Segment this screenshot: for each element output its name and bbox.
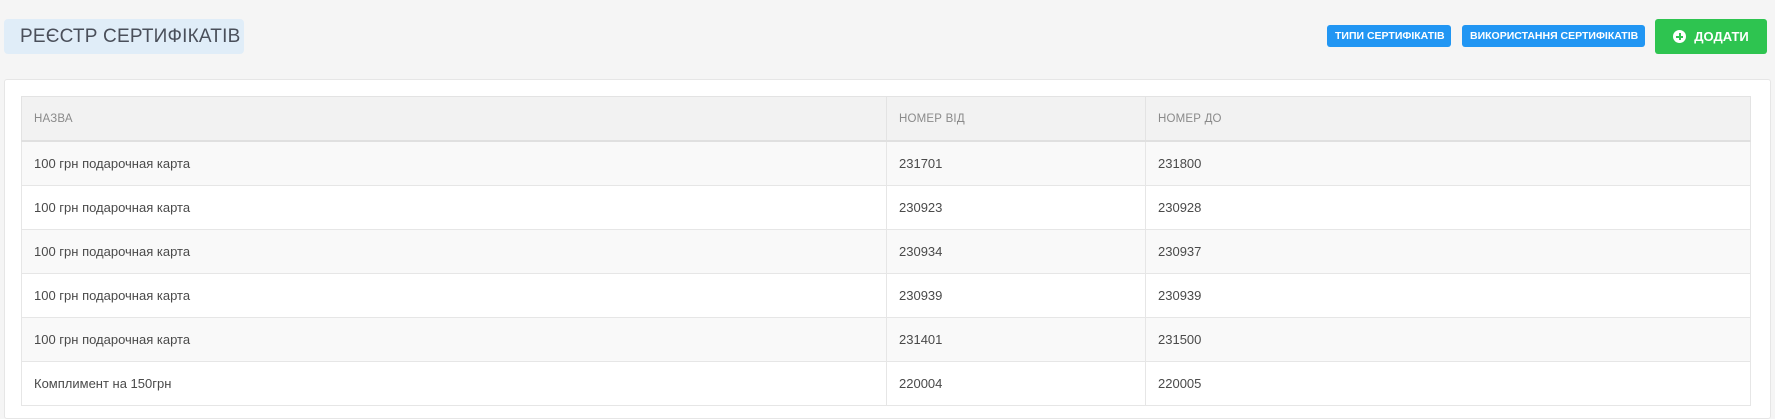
cell-number-to: 230928 xyxy=(1145,185,1751,230)
cell-name: 100 грн подарочная карта xyxy=(21,185,887,230)
table-row[interactable]: 100 грн подарочная карта 231401 231500 xyxy=(21,317,1751,362)
column-header-name[interactable]: НАЗВА xyxy=(21,96,887,142)
page-header: РЕЄСТР СЕРТИФІКАТІВ ТИПИ СЕРТИФІКАТІВ ВИ… xyxy=(0,0,1775,80)
cell-number-to: 220005 xyxy=(1145,361,1751,406)
cell-number-from: 231401 xyxy=(886,317,1146,362)
certificate-types-button[interactable]: ТИПИ СЕРТИФІКАТІВ xyxy=(1327,25,1451,47)
cell-name: 100 грн подарочная карта xyxy=(21,273,887,318)
cell-number-to: 230939 xyxy=(1145,273,1751,318)
cell-number-to: 230937 xyxy=(1145,229,1751,274)
column-header-number-to[interactable]: НОМЕР ДО xyxy=(1145,96,1751,142)
cell-name: 100 грн подарочная карта xyxy=(21,140,887,186)
cell-name: 100 грн подарочная карта xyxy=(21,317,887,362)
table-row[interactable]: 100 грн подарочная карта 230923 230928 xyxy=(21,185,1751,230)
table-row[interactable]: 100 грн подарочная карта 230939 230939 xyxy=(21,273,1751,318)
page-title: РЕЄСТР СЕРТИФІКАТІВ xyxy=(4,19,244,54)
cell-number-from: 231701 xyxy=(886,140,1146,186)
cell-number-from: 220004 xyxy=(886,361,1146,406)
cell-name: Комплимент на 150грн xyxy=(21,361,887,406)
table-row[interactable]: Комплимент на 150грн 220004 220005 xyxy=(21,361,1751,406)
cell-name: 100 грн подарочная карта xyxy=(21,229,887,274)
table-row[interactable]: 100 грн подарочная карта 231701 231800 xyxy=(21,140,1751,186)
cell-number-from: 230939 xyxy=(886,273,1146,318)
add-button-label: ДОДАТИ xyxy=(1694,29,1749,44)
cell-number-from: 230934 xyxy=(886,229,1146,274)
plus-circle-icon xyxy=(1673,30,1687,43)
certificate-usage-button[interactable]: ВИКОРИСТАННЯ СЕРТИФІКАТІВ xyxy=(1462,25,1645,47)
table-header-row: НАЗВА НОМЕР ВІД НОМЕР ДО xyxy=(21,96,1751,142)
table-row[interactable]: 100 грн подарочная карта 230934 230937 xyxy=(21,229,1751,274)
cell-number-to: 231800 xyxy=(1145,140,1751,186)
column-header-number-from[interactable]: НОМЕР ВІД xyxy=(886,96,1146,142)
certificates-card: НАЗВА НОМЕР ВІД НОМЕР ДО 100 грн подароч… xyxy=(4,79,1771,419)
cell-number-to: 231500 xyxy=(1145,317,1751,362)
cell-number-from: 230923 xyxy=(886,185,1146,230)
add-button[interactable]: ДОДАТИ xyxy=(1655,19,1767,54)
certificates-table: НАЗВА НОМЕР ВІД НОМЕР ДО 100 грн подароч… xyxy=(21,96,1751,406)
